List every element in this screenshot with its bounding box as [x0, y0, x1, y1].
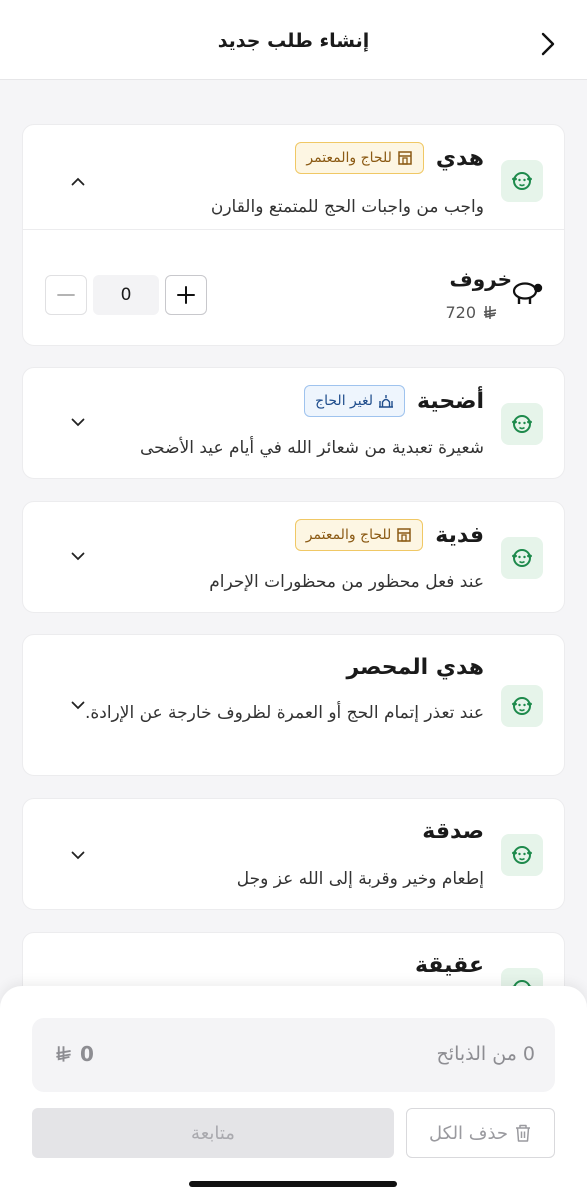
service-description: إطعام وخير وقربة إلى الله عز وجل — [236, 869, 484, 889]
divider — [23, 229, 564, 230]
sheep-face-icon — [512, 697, 532, 715]
riyal-icon — [56, 1045, 71, 1062]
service-icon — [501, 537, 543, 579]
minus-icon — [57, 294, 75, 296]
increase-quantity-button[interactable] — [165, 275, 207, 315]
sheep-icon — [512, 282, 543, 304]
title-row: صدقة — [422, 819, 484, 844]
chevron-down-icon[interactable] — [69, 846, 87, 864]
chevron-right-icon — [541, 32, 555, 56]
service-card-hady-muhsar[interactable]: هدي المحصر عند تعذر إتمام الحج أو العمرة… — [22, 634, 565, 776]
home-indicator — [189, 1181, 397, 1187]
eligibility-badge: لغير الحاج — [304, 385, 406, 417]
price-value: 720 — [445, 303, 476, 322]
product-name: خروف — [449, 267, 512, 291]
service-title: هدي المحصر — [346, 655, 484, 680]
service-icon — [501, 403, 543, 445]
plus-icon — [177, 286, 195, 304]
sheep-face-icon — [512, 846, 532, 864]
service-title: صدقة — [422, 819, 484, 844]
sheep-face-icon — [512, 415, 532, 433]
total-value: 0 — [80, 1042, 94, 1066]
delete-all-button[interactable]: حذف الكل — [406, 1108, 555, 1158]
order-summary-panel: 0 من الذبائح 0 حذف الكل متابعة — [0, 986, 587, 1200]
chevron-down-icon[interactable] — [69, 413, 87, 431]
riyal-icon — [483, 305, 497, 319]
service-icon — [501, 685, 543, 727]
title-row: عقيقة — [415, 953, 484, 978]
title-row: هدي المحصر — [346, 655, 484, 680]
service-description: شعيرة تعبدية من شعائر الله في أيام عيد ا… — [139, 438, 484, 458]
page-title: إنشاء طلب جديد — [217, 30, 370, 52]
order-summary: 0 من الذبائح 0 — [32, 1018, 555, 1092]
title-row: أضحية لغير الحاج — [304, 385, 484, 417]
service-icon — [501, 160, 543, 202]
kaaba-icon — [398, 151, 412, 165]
mosque-icon — [379, 395, 394, 408]
service-title: فدية — [435, 522, 484, 548]
service-title: عقيقة — [414, 953, 484, 978]
slaughter-count: 0 من الذبائح — [436, 1043, 535, 1065]
service-card-udhiya[interactable]: أضحية لغير الحاج شعيرة تعبدية من شعائر ا… — [22, 367, 565, 479]
chevron-down-icon[interactable] — [69, 547, 87, 565]
eligibility-badge: للحاج والمعتمر — [295, 142, 424, 174]
trash-icon — [516, 1124, 531, 1142]
badge-label: لغير الحاج — [315, 393, 374, 409]
service-card-sadaqa[interactable]: صدقة إطعام وخير وقربة إلى الله عز وجل — [22, 798, 565, 910]
top-bar: إنشاء طلب جديد — [0, 0, 587, 80]
title-row: هدي للحاج والمعتمر — [295, 142, 484, 174]
back-button[interactable] — [535, 30, 561, 58]
order-total: 0 — [54, 1042, 94, 1066]
title-row: فدية للحاج والمعتمر — [294, 519, 484, 551]
service-card-fidya[interactable]: فدية للحاج والمعتمر عند فعل محظور من محظ… — [22, 501, 565, 613]
service-description: عند تعذر إتمام الحج أو العمرة لظروف خارج… — [84, 703, 484, 723]
service-title: أضحية — [417, 388, 484, 414]
service-description: واجب من واجبات الحج للمتمتع والقارن — [210, 197, 484, 217]
product-price: 720 — [445, 303, 498, 322]
continue-button[interactable]: متابعة — [32, 1108, 394, 1158]
service-description: عند فعل محظور من محظورات الإحرام — [209, 572, 484, 592]
kaaba-icon — [397, 528, 412, 542]
decrease-quantity-button[interactable] — [45, 275, 87, 315]
chevron-down-icon[interactable] — [69, 696, 87, 714]
sheep-face-icon — [512, 172, 532, 190]
service-card-hady[interactable]: هدي للحاج والمعتمر واجب من واجبات الحج ل… — [22, 124, 565, 346]
service-icon — [501, 834, 543, 876]
badge-label: للحاج والمعتمر — [306, 150, 392, 166]
badge-label: للحاج والمعتمر — [305, 527, 392, 543]
sheep-face-icon — [512, 549, 532, 567]
eligibility-badge: للحاج والمعتمر — [294, 519, 424, 551]
quantity-value: 0 — [93, 275, 159, 315]
service-title: هدي — [435, 145, 484, 171]
delete-all-label: حذف الكل — [429, 1122, 509, 1144]
chevron-up-icon[interactable] — [69, 172, 87, 190]
